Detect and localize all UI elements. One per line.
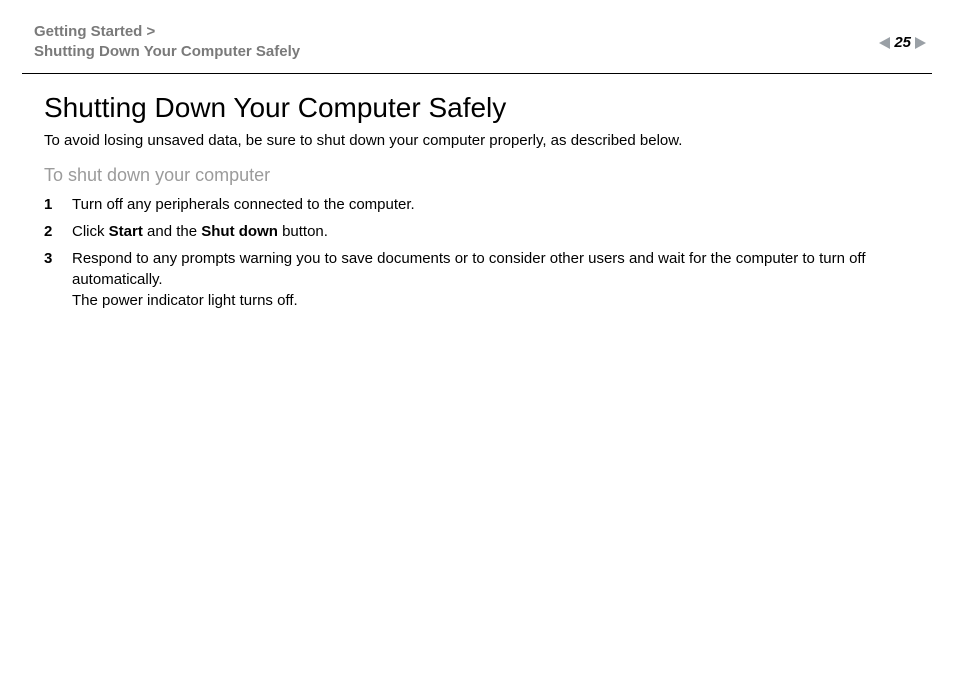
step-item: 2 Click Start and the Shut down button. [44, 221, 918, 242]
step-number: 3 [44, 248, 72, 269]
step-body: Click Start and the Shut down button. [72, 221, 918, 242]
breadcrumb-section: Getting Started > [34, 22, 300, 42]
page-content: Shutting Down Your Computer Safely To av… [14, 74, 940, 311]
step-body: Respond to any prompts warning you to sa… [72, 248, 918, 311]
step-number: 2 [44, 221, 72, 242]
lead-paragraph: To avoid losing unsaved data, be sure to… [44, 132, 918, 149]
breadcrumb: Getting Started > Shutting Down Your Com… [34, 22, 300, 63]
step-text-pre: Click [72, 223, 109, 240]
step-text-post: button. [278, 223, 328, 240]
step-number: 1 [44, 194, 72, 215]
breadcrumb-page: Shutting Down Your Computer Safely [34, 42, 300, 62]
previous-page-icon[interactable] [879, 37, 890, 49]
page-number: 25 [894, 34, 911, 51]
step-body: Turn off any peripherals connected to th… [72, 194, 918, 215]
procedure-steps: 1 Turn off any peripherals connected to … [44, 194, 918, 311]
step-item: 3 Respond to any prompts warning you to … [44, 248, 918, 311]
start-button-label: Start [109, 223, 143, 240]
page-navigation: 25 [879, 22, 926, 51]
step-text-mid: and the [143, 223, 201, 240]
page-title: Shutting Down Your Computer Safely [44, 92, 918, 124]
shutdown-button-label: Shut down [201, 223, 278, 240]
next-page-icon[interactable] [915, 37, 926, 49]
step-item: 1 Turn off any peripherals connected to … [44, 194, 918, 215]
step-line1: Respond to any prompts warning you to sa… [72, 248, 918, 290]
step-line2: The power indicator light turns off. [72, 290, 918, 311]
page-header: Getting Started > Shutting Down Your Com… [14, 10, 940, 73]
procedure-subhead: To shut down your computer [44, 165, 918, 186]
